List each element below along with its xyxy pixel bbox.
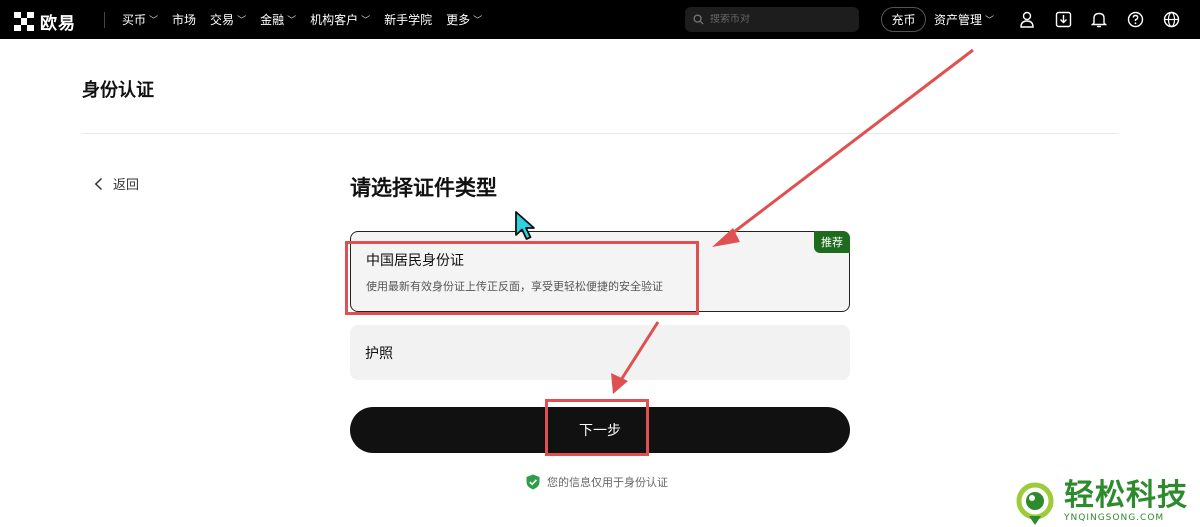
select-document-heading: 请选择证件类型 bbox=[350, 176, 497, 200]
watermark-en: YNQINGSONG.COM bbox=[1064, 513, 1165, 523]
search-box[interactable] bbox=[685, 7, 859, 32]
option-passport[interactable]: 护照 bbox=[350, 325, 850, 380]
nav-item-academy[interactable]: 新手学院 bbox=[384, 11, 432, 28]
chevron-down-icon: ﹀ bbox=[473, 16, 483, 26]
nav-item-trade[interactable]: 交易 ﹀ bbox=[210, 11, 246, 28]
user-icon[interactable] bbox=[1016, 8, 1038, 30]
watermark-logo-icon bbox=[1016, 482, 1054, 525]
option-description: 使用最新有效身份证上传正反面，享受更轻松便捷的安全验证 bbox=[366, 280, 663, 293]
help-icon[interactable] bbox=[1124, 8, 1146, 30]
search-icon bbox=[693, 14, 704, 25]
download-icon[interactable] bbox=[1052, 8, 1074, 30]
search-input[interactable] bbox=[710, 14, 850, 25]
page: 欧易 买币﹀ 市场 交易﹀ 金融﹀ 机构客户﹀ 新手学院 更多﹀ 充币 资产管理… bbox=[0, 0, 1200, 527]
privacy-note: 您的信息仅用于身份认证 bbox=[526, 474, 668, 490]
asset-management-menu[interactable]: 资产管理 ﹀ bbox=[934, 0, 994, 39]
chevron-down-icon: ﹀ bbox=[149, 16, 159, 26]
bell-icon[interactable] bbox=[1088, 8, 1110, 30]
globe-icon[interactable] bbox=[1160, 8, 1182, 30]
option-china-id-card[interactable]: 推荐 中国居民身份证 使用最新有效身份证上传正反面，享受更轻松便捷的安全验证 bbox=[350, 231, 850, 312]
brand-name: 欧易 bbox=[40, 14, 76, 34]
brand-logo[interactable]: 欧易 bbox=[14, 9, 76, 34]
chevron-down-icon: ﹀ bbox=[287, 16, 297, 26]
option-title: 护照 bbox=[365, 346, 393, 362]
nav-item-more[interactable]: 更多 ﹀ bbox=[446, 11, 482, 28]
privacy-text: 您的信息仅用于身份认证 bbox=[547, 476, 668, 489]
nav-item-market[interactable]: 市场 bbox=[172, 11, 196, 28]
chevron-down-icon: ﹀ bbox=[985, 16, 995, 26]
top-icon-group bbox=[1016, 8, 1182, 30]
deposit-button[interactable]: 充币 bbox=[881, 7, 926, 32]
header-divider bbox=[82, 133, 1118, 134]
watermark: 轻松科技 YNQINGSONG.COM bbox=[1012, 480, 1188, 526]
watermark-cn: 轻松科技 bbox=[1064, 478, 1188, 513]
watermark-text: 轻松科技 YNQINGSONG.COM bbox=[1064, 478, 1188, 524]
nav-divider bbox=[104, 12, 105, 28]
nav-menu: 买币 ﹀ 市场 交易 ﹀ 金融 ﹀ 机构客户 ﹀ 新手学院 更多 ﹀ bbox=[122, 0, 482, 39]
okx-logo-icon bbox=[14, 11, 34, 32]
option-title: 中国居民身份证 bbox=[366, 253, 464, 269]
top-nav: 欧易 买币﹀ 市场 交易﹀ 金融﹀ 机构客户﹀ 新手学院 更多﹀ 充币 资产管理… bbox=[0, 0, 1200, 39]
next-step-button[interactable]: 下一步 bbox=[350, 407, 850, 453]
nav-item-institutional[interactable]: 机构客户 ﹀ bbox=[310, 11, 370, 28]
shield-check-icon bbox=[526, 474, 540, 490]
mouse-cursor-icon bbox=[515, 211, 535, 240]
nav-item-finance[interactable]: 金融 ﹀ bbox=[260, 11, 296, 28]
chevron-down-icon: ﹀ bbox=[237, 16, 247, 26]
chevron-left-icon bbox=[94, 177, 103, 190]
back-label: 返回 bbox=[113, 178, 140, 193]
back-link[interactable]: 返回 bbox=[94, 174, 139, 193]
page-title: 身份认证 bbox=[82, 80, 154, 101]
nav-item-buy-crypto[interactable]: 买币 ﹀ bbox=[122, 11, 158, 28]
recommended-badge: 推荐 bbox=[814, 231, 850, 253]
chevron-down-icon: ﹀ bbox=[361, 16, 371, 26]
